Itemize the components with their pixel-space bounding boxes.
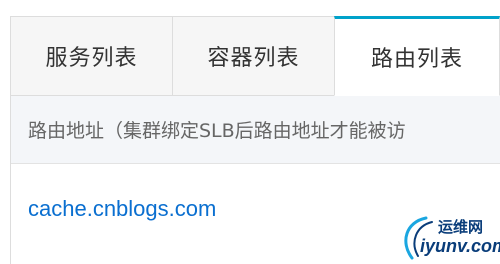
watermark-logo: 运维网 iyunv.com (396, 212, 500, 264)
column-header-route-address: 路由地址（集群绑定SLB后路由地址才能被访 (28, 120, 406, 142)
tab-service-list[interactable]: 服务列表 (10, 16, 172, 96)
table-header: 路由地址（集群绑定SLB后路由地址才能被访 (11, 96, 500, 164)
tab-container-list[interactable]: 容器列表 (172, 16, 334, 96)
tab-route-list-label: 路由列表 (370, 47, 463, 72)
watermark-text-domain: iyunv.com (420, 236, 500, 256)
tab-service-list-label: 服务列表 (45, 46, 138, 71)
tab-bar: 服务列表 容器列表 路由列表 (10, 16, 500, 96)
tab-container-list-label: 容器列表 (207, 46, 300, 71)
tab-route-list[interactable]: 路由列表 (334, 16, 500, 96)
watermark-text-cn: 运维网 (438, 218, 484, 236)
route-address-link[interactable]: cache.cnblogs.com (28, 196, 216, 222)
